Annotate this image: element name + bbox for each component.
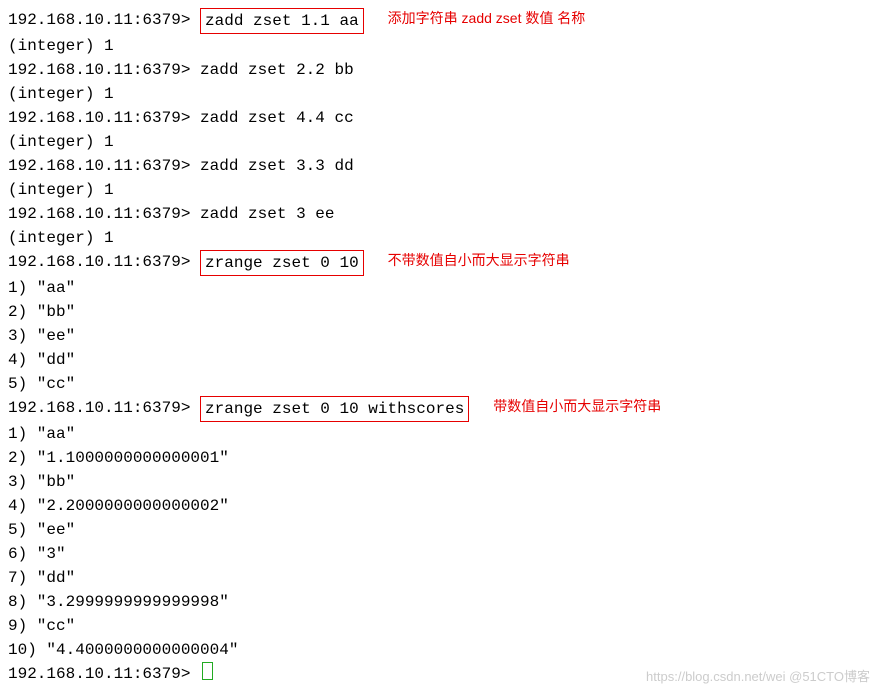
cmd-line-5: 192.168.10.11:6379> zadd zset 3 ee bbox=[8, 202, 872, 226]
cursor-icon bbox=[202, 662, 213, 680]
current-prompt-line[interactable]: 192.168.10.11:6379> bbox=[8, 662, 872, 686]
output-row: 4) "2.2000000000000002" bbox=[8, 494, 872, 518]
prompt: 192.168.10.11:6379> bbox=[8, 58, 190, 82]
prompt: 192.168.10.11:6379> bbox=[8, 662, 190, 686]
output-row: 1) "aa" bbox=[8, 276, 872, 300]
prompt: 192.168.10.11:6379> bbox=[8, 250, 190, 274]
output-row: 4) "dd" bbox=[8, 348, 872, 372]
cmd-line-6: 192.168.10.11:6379> zrange zset 0 10 不带数… bbox=[8, 250, 872, 276]
cmd-line-1: 192.168.10.11:6379> zadd zset 1.1 aa 添加字… bbox=[8, 8, 872, 34]
terminal-output: 192.168.10.11:6379> zadd zset 1.1 aa 添加字… bbox=[8, 8, 872, 686]
cmd-line-7: 192.168.10.11:6379> zrange zset 0 10 wit… bbox=[8, 396, 872, 422]
output-row: 10) "4.4000000000000004" bbox=[8, 638, 872, 662]
command-text: zadd zset 4.4 cc bbox=[200, 106, 354, 130]
output-result: (integer) 1 bbox=[8, 226, 872, 250]
prompt: 192.168.10.11:6379> bbox=[8, 154, 190, 178]
output-row: 5) "ee" bbox=[8, 518, 872, 542]
output-row: 3) "bb" bbox=[8, 470, 872, 494]
command-text: zadd zset 3.3 dd bbox=[200, 154, 354, 178]
cmd-line-2: 192.168.10.11:6379> zadd zset 2.2 bb bbox=[8, 58, 872, 82]
output-result: (integer) 1 bbox=[8, 82, 872, 106]
output-row: 1) "aa" bbox=[8, 422, 872, 446]
output-row: 8) "3.2999999999999998" bbox=[8, 590, 872, 614]
output-row: 7) "dd" bbox=[8, 566, 872, 590]
output-row: 9) "cc" bbox=[8, 614, 872, 638]
output-result: (integer) 1 bbox=[8, 34, 872, 58]
cmd-line-3: 192.168.10.11:6379> zadd zset 4.4 cc bbox=[8, 106, 872, 130]
prompt: 192.168.10.11:6379> bbox=[8, 8, 190, 32]
annotation-3: 带数值自小而大显示字符串 bbox=[493, 396, 661, 417]
prompt: 192.168.10.11:6379> bbox=[8, 396, 190, 420]
highlighted-command-2: zrange zset 0 10 bbox=[200, 250, 364, 276]
highlighted-command-1: zadd zset 1.1 aa bbox=[200, 8, 364, 34]
annotation-1: 添加字符串 zadd zset 数值 名称 bbox=[388, 8, 586, 29]
output-row: 5) "cc" bbox=[8, 372, 872, 396]
highlighted-command-3: zrange zset 0 10 withscores bbox=[200, 396, 469, 422]
output-row: 6) "3" bbox=[8, 542, 872, 566]
command-text: zadd zset 2.2 bb bbox=[200, 58, 354, 82]
output-row: 2) "1.1000000000000001" bbox=[8, 446, 872, 470]
prompt: 192.168.10.11:6379> bbox=[8, 202, 190, 226]
output-result: (integer) 1 bbox=[8, 130, 872, 154]
prompt: 192.168.10.11:6379> bbox=[8, 106, 190, 130]
command-text: zadd zset 3 ee bbox=[200, 202, 334, 226]
annotation-2: 不带数值自小而大显示字符串 bbox=[388, 250, 570, 271]
cmd-line-4: 192.168.10.11:6379> zadd zset 3.3 dd bbox=[8, 154, 872, 178]
output-row: 2) "bb" bbox=[8, 300, 872, 324]
output-row: 3) "ee" bbox=[8, 324, 872, 348]
output-result: (integer) 1 bbox=[8, 178, 872, 202]
